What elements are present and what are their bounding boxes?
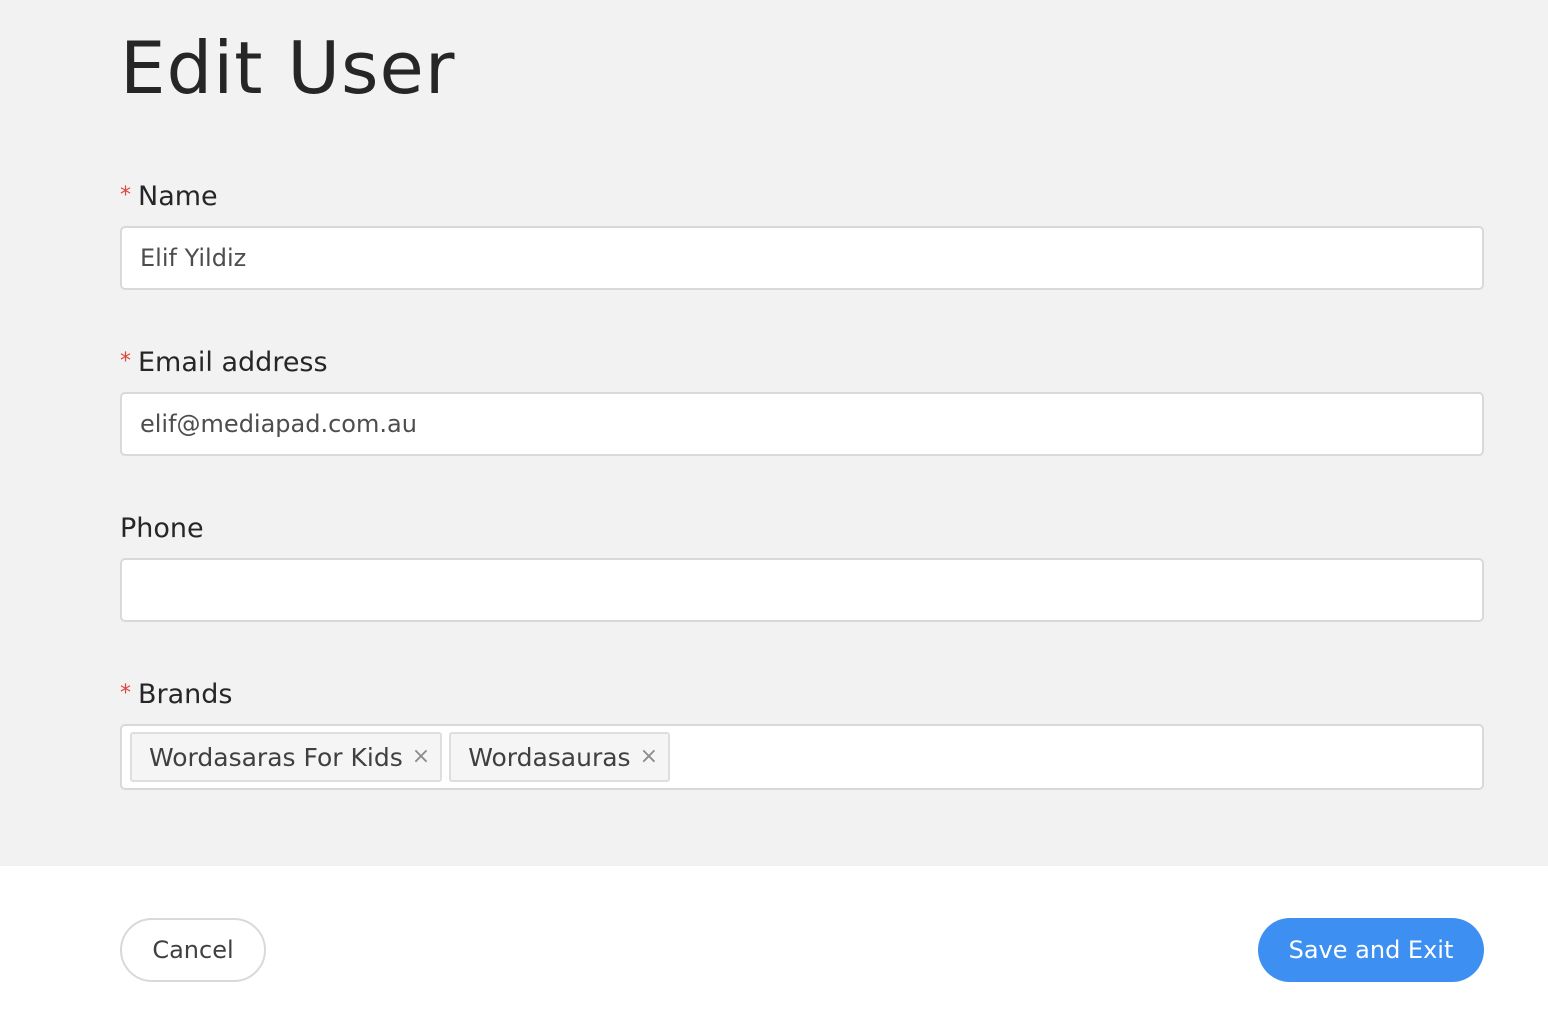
brand-tag: Wordasauras × xyxy=(449,732,671,782)
name-input[interactable] xyxy=(120,226,1484,290)
close-icon[interactable]: × xyxy=(412,746,430,768)
phone-label-text: Phone xyxy=(120,513,204,544)
required-asterisk: * xyxy=(120,348,131,374)
required-asterisk: * xyxy=(120,680,131,706)
brands-label-text: Brands xyxy=(138,679,233,710)
brand-tag: Wordasaras For Kids × xyxy=(130,732,443,782)
brand-tag-label: Wordasaras For Kids xyxy=(149,742,403,772)
page-title: Edit User xyxy=(120,26,456,110)
close-icon[interactable]: × xyxy=(640,746,658,768)
brands-label: * Brands xyxy=(120,678,233,713)
name-label: * Name xyxy=(120,180,218,215)
email-label: * Email address xyxy=(120,346,328,381)
edit-user-form: Edit User * Name * Email address Phone * Br… xyxy=(0,0,1548,866)
save-and-exit-button[interactable]: Save and Exit xyxy=(1258,918,1484,982)
brands-select[interactable]: Wordasaras For Kids × Wordasauras × xyxy=(120,724,1484,790)
name-label-text: Name xyxy=(138,181,218,212)
cancel-button[interactable]: Cancel xyxy=(120,918,266,982)
email-input[interactable] xyxy=(120,392,1484,456)
brand-tag-label: Wordasauras xyxy=(468,742,631,772)
required-asterisk: * xyxy=(120,182,131,208)
email-label-text: Email address xyxy=(138,347,328,378)
phone-input[interactable] xyxy=(120,558,1484,622)
phone-label: Phone xyxy=(120,512,204,546)
